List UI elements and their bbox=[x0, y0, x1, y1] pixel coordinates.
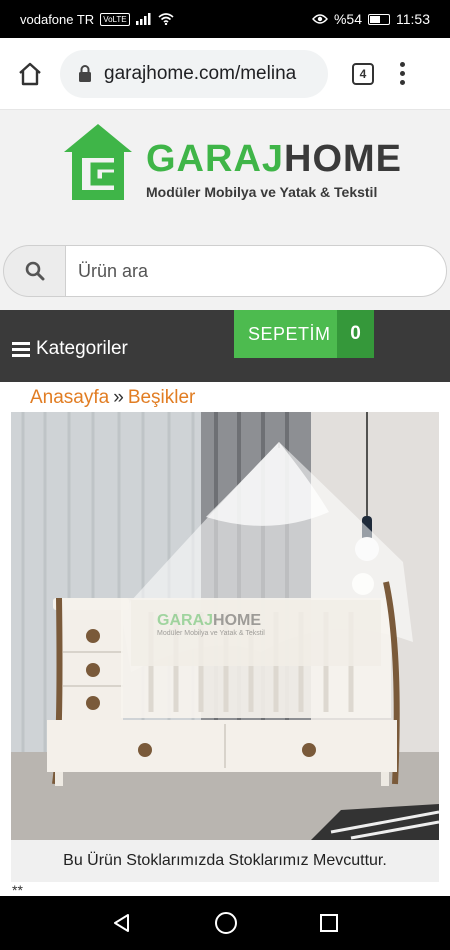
search-button[interactable] bbox=[3, 245, 65, 297]
carrier-name: vodafone TR bbox=[20, 11, 95, 27]
breadcrumb: Anasayfa» Beşikler bbox=[0, 382, 450, 412]
browser-toolbar: garajhome.com/melina 4 bbox=[0, 38, 450, 110]
site-logo[interactable]: GARAJHOME Modüler Mobilya ve Yatak & Tek… bbox=[62, 122, 401, 212]
status-left: vodafone TR VoLTE bbox=[20, 12, 174, 27]
search-bar bbox=[3, 245, 447, 297]
home-icon bbox=[19, 62, 41, 85]
tab-switcher-button[interactable]: 4 bbox=[352, 62, 374, 85]
recents-icon[interactable] bbox=[319, 913, 339, 933]
product-image[interactable]: GARAJHOME Modüler Mobilya ve Yatak & Tek… bbox=[11, 412, 439, 840]
battery-fill bbox=[370, 15, 380, 23]
hamburger-icon bbox=[12, 341, 30, 357]
battery-icon bbox=[368, 13, 390, 25]
address-bar[interactable]: garajhome.com/melina bbox=[60, 49, 328, 98]
cart-button[interactable]: SEPETİM 0 bbox=[234, 310, 374, 358]
cart-count-badge: 0 bbox=[337, 310, 374, 358]
logo-wordmark: GARAJHOME bbox=[146, 138, 403, 180]
eye-icon bbox=[312, 14, 328, 24]
url-text: garajhome.com/melina bbox=[104, 62, 297, 84]
search-input[interactable] bbox=[65, 245, 447, 297]
home-button[interactable] bbox=[12, 56, 48, 92]
home-circle-icon[interactable] bbox=[214, 911, 238, 935]
stock-status-note: Bu Ürün Stoklarımızda Stoklarımız Mevcut… bbox=[11, 840, 439, 882]
back-icon[interactable] bbox=[111, 912, 133, 934]
browser-menu-button[interactable] bbox=[400, 62, 405, 85]
signal-icon bbox=[135, 13, 151, 25]
breadcrumb-home-link[interactable]: Anasayfa bbox=[30, 387, 109, 408]
status-bar: vodafone TR VoLTE %54 11:53 bbox=[0, 0, 450, 38]
clock: 11:53 bbox=[396, 11, 430, 27]
cart-label: SEPETİM bbox=[234, 310, 337, 358]
categories-label: Kategoriler bbox=[36, 338, 128, 359]
site-header: GARAJHOME Modüler Mobilya ve Yatak & Tek… bbox=[0, 110, 450, 310]
status-right: %54 11:53 bbox=[312, 11, 430, 27]
system-nav-bar bbox=[0, 896, 450, 950]
search-icon bbox=[25, 261, 44, 281]
breadcrumb-current-link[interactable]: Beşikler bbox=[128, 387, 196, 408]
categories-button[interactable]: Kategoriler bbox=[12, 338, 128, 360]
logo-house-icon bbox=[64, 124, 132, 200]
lock-icon bbox=[79, 64, 91, 82]
battery-percent: %54 bbox=[333, 11, 362, 27]
wifi-icon bbox=[158, 13, 174, 25]
image-watermark: GARAJHOME Modüler Mobilya ve Yatak & Tek… bbox=[157, 612, 265, 637]
category-nav: Kategoriler SEPETİM 0 bbox=[0, 310, 450, 382]
breadcrumb-separator: » bbox=[113, 387, 124, 408]
volte-badge: VoLTE bbox=[100, 12, 130, 26]
logo-tagline: Modüler Mobilya ve Yatak & Tekstil bbox=[146, 184, 378, 200]
